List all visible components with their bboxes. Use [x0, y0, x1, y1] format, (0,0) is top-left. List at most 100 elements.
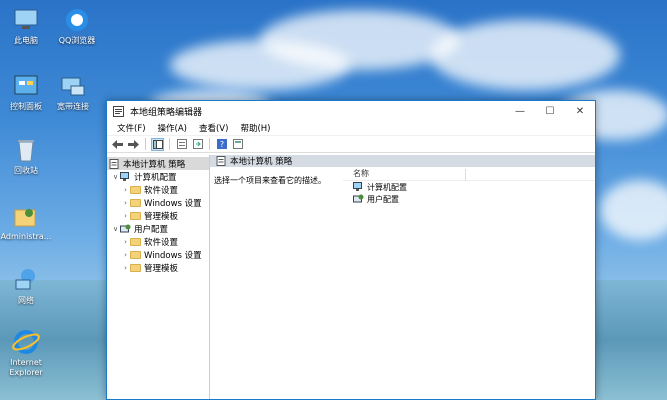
folder-icon [130, 211, 141, 220]
description-pane: 选择一个项目来查看它的描述。 [210, 167, 343, 399]
tree-item-label: 管理模板 [144, 211, 179, 222]
list-item-computer-config[interactable]: 计算机配置 [343, 181, 595, 193]
policy-editor-icon [113, 105, 124, 117]
computer-config-icon [120, 171, 129, 181]
tree-item-local-computer-policy[interactable]: 本地计算机 策略 [107, 157, 209, 170]
column-divider[interactable] [465, 169, 466, 181]
control-panel-icon [14, 75, 38, 95]
description-text: 选择一个项目来查看它的描述。 [214, 176, 326, 185]
close-button[interactable]: ✕ [565, 101, 595, 121]
tree-item-admin-templates[interactable]: › 管理模板 [107, 209, 209, 222]
chevron-down-icon[interactable]: ∨ [111, 225, 120, 233]
toolbar-separator [209, 138, 210, 150]
properties-button[interactable] [175, 138, 188, 151]
view-button[interactable] [231, 138, 244, 151]
back-button[interactable] [111, 138, 124, 151]
policy-doc-icon [216, 156, 226, 166]
menu-bar: 文件(F) 操作(A) 查看(V) 帮助(H) [107, 121, 595, 136]
menu-help[interactable]: 帮助(H) [234, 122, 276, 134]
desktop-icon-broadband[interactable]: 宽带连接 [43, 72, 103, 112]
help-icon: ? [216, 139, 227, 149]
tree-item-label: 用户配置 [134, 224, 169, 235]
list-item-label: 用户配置 [367, 194, 399, 204]
tree-item-computer-config[interactable]: ∨ 计算机配置 [107, 170, 209, 183]
toolbar: ? [107, 136, 595, 153]
main-content: 本地计算机 策略 ∨ 计算机配置 › 软件设置 › Windows 设置 › 管… [107, 155, 595, 399]
tree-item-label: 软件设置 [144, 185, 179, 196]
window-title: 本地组策略编辑器 [130, 107, 203, 118]
maximize-button[interactable]: ☐ [535, 101, 565, 121]
computer-config-icon [353, 182, 362, 191]
user-config-icon [353, 194, 364, 203]
desktop-icon-label: 网络 [18, 296, 34, 305]
folder-icon [130, 198, 141, 207]
desktop-icon-label: 回收站 [14, 166, 38, 175]
menu-action[interactable]: 操作(A) [152, 122, 193, 134]
menu-view[interactable]: 查看(V) [193, 122, 234, 134]
tree-item-label: Windows 设置 [144, 198, 202, 209]
desktop-icon-label: 宽带连接 [57, 102, 89, 111]
user-config-icon [120, 224, 131, 232]
chevron-right-icon[interactable]: › [121, 251, 130, 259]
group-policy-editor-window: 本地组策略编辑器 — ☐ ✕ 文件(F) 操作(A) 查看(V) 帮助(H) ? [106, 100, 596, 400]
toolbar-separator [169, 138, 170, 150]
list-item-user-config[interactable]: 用户配置 [343, 193, 595, 205]
desktop-icon-label: Administra... [0, 232, 52, 241]
tree-item-windows-settings[interactable]: › Windows 设置 [107, 196, 209, 209]
export-icon [192, 139, 203, 149]
console-tree: 本地计算机 策略 ∨ 计算机配置 › 软件设置 › Windows 设置 › 管… [107, 155, 210, 399]
tree-item-label: 软件设置 [144, 237, 179, 248]
folder-icon [130, 237, 141, 246]
minimize-button[interactable]: — [505, 101, 535, 121]
column-header-label: 名称 [353, 169, 369, 178]
tree-item-label: 计算机配置 [134, 172, 177, 183]
network-icon [15, 269, 35, 290]
desktop-icon-internet-explorer[interactable]: Internet Explorer [0, 328, 56, 378]
show-hide-tree-button[interactable] [151, 137, 164, 151]
chevron-down-icon[interactable]: ∨ [111, 173, 120, 181]
help-button[interactable]: ? [215, 138, 228, 151]
broadband-icon [61, 77, 85, 96]
arrow-right-icon [128, 139, 139, 149]
console-tree-icon [152, 139, 163, 149]
desktop-icon-qq-browser[interactable]: QQ浏览器 [47, 6, 107, 46]
details-pane: 本地计算机 策略 选择一个项目来查看它的描述。 名称 计算机配置 用户配置 [210, 155, 595, 399]
tree-item-label: Windows 设置 [144, 250, 202, 261]
desktop-icon-label: Internet Explorer [9, 358, 43, 377]
folder-icon [130, 250, 141, 259]
column-header-name[interactable]: 名称 [343, 167, 595, 181]
desktop-icon-label: QQ浏览器 [58, 36, 96, 45]
computer-icon [14, 9, 38, 29]
list-item-label: 计算机配置 [367, 182, 407, 192]
items-list: 名称 计算机配置 用户配置 [343, 167, 595, 399]
tree-item-windows-settings[interactable]: › Windows 设置 [107, 248, 209, 261]
tree-item-user-config[interactable]: ∨ 用户配置 [107, 222, 209, 235]
desktop-icon-administrator[interactable]: Administra... [0, 202, 56, 242]
details-header-title: 本地计算机 策略 [230, 157, 293, 167]
ie-icon [12, 330, 40, 354]
chevron-right-icon[interactable]: › [121, 264, 130, 272]
desktop-icon-network[interactable]: 网络 [0, 266, 56, 306]
chevron-right-icon[interactable]: › [121, 212, 130, 220]
title-bar[interactable]: 本地组策略编辑器 — ☐ ✕ [107, 101, 595, 121]
chevron-right-icon[interactable]: › [121, 238, 130, 246]
forward-button[interactable] [127, 138, 140, 151]
arrow-left-icon [112, 139, 123, 149]
tree-item-label: 本地计算机 策略 [123, 159, 186, 170]
view-icon [232, 139, 243, 149]
tree-item-admin-templates[interactable]: › 管理模板 [107, 261, 209, 274]
tree-item-software-settings[interactable]: › 软件设置 [107, 235, 209, 248]
properties-icon [176, 139, 187, 149]
desktop-icon-label: 此电脑 [14, 36, 38, 45]
export-list-button[interactable] [191, 138, 204, 151]
desktop-icon-label: 控制面板 [10, 102, 42, 111]
folder-icon [130, 185, 141, 194]
svg-text:?: ? [219, 140, 223, 149]
policy-doc-icon [109, 158, 119, 169]
chevron-right-icon[interactable]: › [121, 186, 130, 194]
desktop-icon-recycle-bin[interactable]: 回收站 [0, 136, 56, 176]
tree-item-software-settings[interactable]: › 软件设置 [107, 183, 209, 196]
tree-item-label: 管理模板 [144, 263, 179, 274]
chevron-right-icon[interactable]: › [121, 199, 130, 207]
menu-file[interactable]: 文件(F) [111, 122, 152, 134]
